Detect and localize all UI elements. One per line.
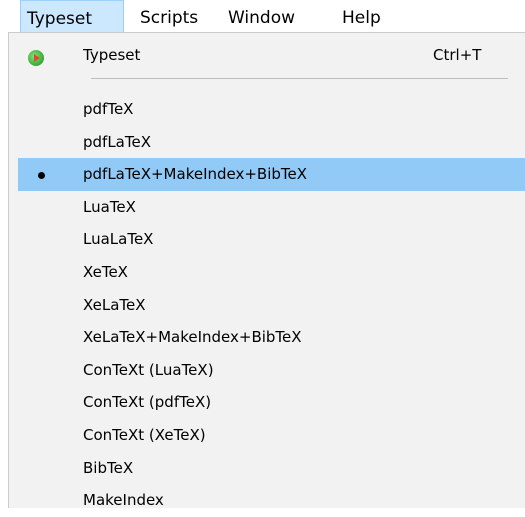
- menu-item-label: pdfTeX: [83, 100, 134, 118]
- menu-help[interactable]: Help: [342, 0, 381, 33]
- menu-item-label: BibTeX: [83, 458, 134, 477]
- menu-item-label: pdfLaTeX: [83, 132, 151, 151]
- menu-item-bibtex[interactable]: BibTeX: [18, 452, 525, 485]
- menu-item-context-xetex[interactable]: ConTeXt (XeTeX): [18, 419, 525, 452]
- menu-item-xetex[interactable]: XeTeX: [18, 256, 525, 289]
- menu-item-label: ConTeXt (XeTeX): [83, 426, 206, 444]
- menu-item-typeset[interactable]: Typeset Ctrl+T: [18, 39, 525, 72]
- menu-item-label: ConTeXt (LuaTeX): [83, 360, 214, 379]
- menu-item-pdflatex[interactable]: pdfLaTeX: [18, 126, 525, 159]
- menu-item-label: MakeIndex: [83, 491, 164, 510]
- menu-item-pdflatex-makeindex-bibtex[interactable]: pdfLaTeX+MakeIndex+BibTeX: [18, 158, 525, 192]
- menu-item-label: XeLaTeX+MakeIndex+BibTeX: [83, 328, 302, 347]
- selected-bullet-icon: [38, 172, 45, 180]
- menu-bar: Typeset Scripts Window Help: [0, 0, 525, 33]
- menu-item-xelatex[interactable]: XeLaTeX: [18, 289, 525, 322]
- menu-item-label: Typeset: [83, 46, 141, 64]
- typeset-go-icon: [28, 50, 44, 66]
- menu-item-shortcut: Ctrl+T: [433, 46, 482, 64]
- menu-item-makeindex[interactable]: MakeIndex: [18, 484, 525, 517]
- menu-item-label: XeTeX: [83, 263, 128, 281]
- menu-item-label: LuaTeX: [83, 197, 136, 216]
- menu-item-luatex[interactable]: LuaTeX: [18, 191, 525, 224]
- menu-item-label: pdfLaTeX+MakeIndex+BibTeX: [83, 165, 308, 184]
- menu-item-label: LuaLaTeX: [83, 230, 154, 249]
- menu-item-lualatex[interactable]: LuaLaTeX: [18, 223, 525, 256]
- menu-item-context-luatex[interactable]: ConTeXt (LuaTeX): [18, 354, 525, 387]
- menu-scripts[interactable]: Scripts: [140, 0, 198, 33]
- menu-item-label: ConTeXt (pdfTeX): [83, 393, 212, 412]
- menu-typeset[interactable]: Typeset: [20, 0, 124, 33]
- menu-item-context-pdftex[interactable]: ConTeXt (pdfTeX): [18, 386, 525, 419]
- typeset-dropdown-menu: Typeset Ctrl+T pdfTeX pdfLaTeX pdfLaTeX+Ma…: [8, 32, 525, 509]
- menu-item-xelatex-makeindex-bibtex[interactable]: XeLaTeX+MakeIndex+BibTeX: [18, 321, 525, 354]
- menu-item-pdftex[interactable]: pdfTeX: [18, 93, 525, 126]
- menu-separator: [91, 78, 508, 79]
- menu-window[interactable]: Window: [228, 0, 295, 33]
- menu-item-label: XeLaTeX: [83, 295, 146, 314]
